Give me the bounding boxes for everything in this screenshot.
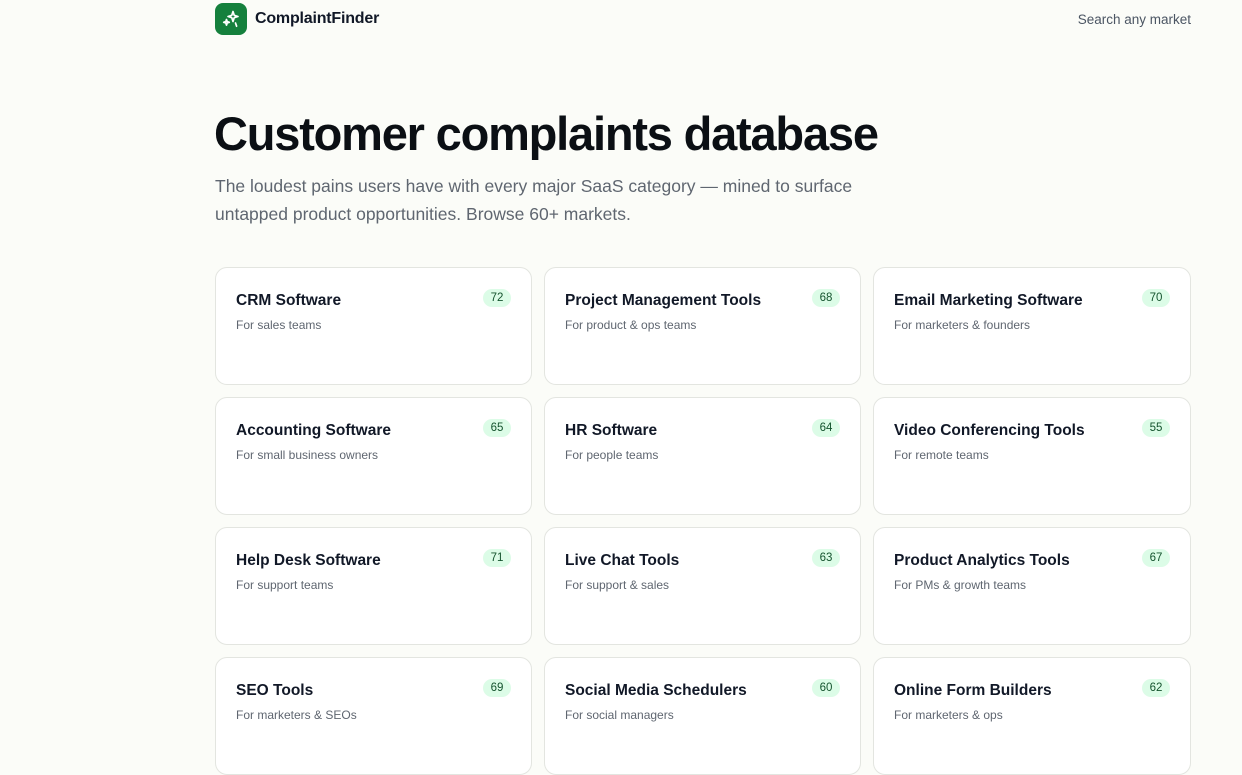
- complaint-count-badge: 70: [1142, 289, 1170, 307]
- complaint-count-badge: 72: [483, 289, 511, 307]
- complaint-count-badge: 64: [812, 419, 840, 437]
- market-audience: For marketers & SEOs: [236, 708, 357, 722]
- market-title: Product Analytics Tools: [894, 552, 1070, 569]
- sparkles-icon: [215, 3, 247, 35]
- market-title: CRM Software: [236, 292, 342, 309]
- market-title: HR Software: [565, 422, 658, 439]
- market-card-project-management-tools[interactable]: Project Management Tools For product & o…: [544, 267, 861, 385]
- market-audience: For support teams: [236, 578, 334, 592]
- market-card-accounting-software[interactable]: Accounting Software For small business o…: [215, 397, 532, 515]
- market-card-hr-software[interactable]: HR Software For people teams 64: [544, 397, 861, 515]
- brand-name: ComplaintFinder: [255, 10, 380, 27]
- market-audience: For social managers: [565, 708, 674, 722]
- complaint-count-badge: 68: [812, 289, 840, 307]
- market-title: SEO Tools: [236, 682, 314, 699]
- market-grid: CRM Software For sales teams 72 Project …: [215, 267, 1191, 775]
- market-card-video-conferencing-tools[interactable]: Video Conferencing Tools For remote team…: [873, 397, 1191, 515]
- market-title: Project Management Tools: [565, 292, 762, 309]
- market-title: Accounting Software: [236, 422, 392, 439]
- market-card-seo-tools[interactable]: SEO Tools For marketers & SEOs 69: [215, 657, 532, 775]
- market-title: Email Marketing Software: [894, 292, 1083, 309]
- market-title: Video Conferencing Tools: [894, 422, 1085, 439]
- market-title: Online Form Builders: [894, 682, 1052, 699]
- market-card-online-form-builders[interactable]: Online Form Builders For marketers & ops…: [873, 657, 1191, 775]
- complaint-count-badge: 60: [812, 679, 840, 697]
- site-header: ComplaintFinder Search any market: [215, 3, 1191, 35]
- market-card-crm-software[interactable]: CRM Software For sales teams 72: [215, 267, 532, 385]
- complaint-count-badge: 55: [1142, 419, 1170, 437]
- market-audience: For PMs & growth teams: [894, 578, 1027, 592]
- market-audience: For product & ops teams: [565, 318, 697, 332]
- complaint-count-badge: 65: [483, 419, 511, 437]
- market-audience: For marketers & ops: [894, 708, 1003, 722]
- market-audience: For people teams: [565, 448, 659, 462]
- market-card-social-media-schedulers[interactable]: Social Media Schedulers For social manag…: [544, 657, 861, 775]
- market-card-email-marketing-software[interactable]: Email Marketing Software For marketers &…: [873, 267, 1191, 385]
- market-audience: For marketers & founders: [894, 318, 1031, 332]
- complaint-count-badge: 71: [483, 549, 511, 567]
- complaint-count-badge: 69: [483, 679, 511, 697]
- market-card-live-chat-tools[interactable]: Live Chat Tools For support & sales 63: [544, 527, 861, 645]
- market-title: Social Media Schedulers: [565, 682, 747, 699]
- complaint-count-badge: 62: [1142, 679, 1170, 697]
- market-title: Help Desk Software: [236, 552, 381, 569]
- market-card-help-desk-software[interactable]: Help Desk Software For support teams 71: [215, 527, 532, 645]
- page-title: Customer complaints database: [214, 107, 879, 160]
- complaint-count-badge: 67: [1142, 549, 1170, 567]
- market-audience: For small business owners: [236, 448, 379, 462]
- search-market-link[interactable]: Search any market: [1078, 12, 1191, 27]
- market-card-product-analytics-tools[interactable]: Product Analytics Tools For PMs & growth…: [873, 527, 1191, 645]
- complaint-count-badge: 63: [812, 549, 840, 567]
- brand-link[interactable]: ComplaintFinder: [215, 3, 379, 35]
- market-audience: For sales teams: [236, 318, 322, 332]
- market-audience: For support & sales: [565, 578, 670, 592]
- page-subtitle: The loudest pains users have with every …: [215, 176, 853, 224]
- market-audience: For remote teams: [894, 448, 989, 462]
- market-title: Live Chat Tools: [565, 552, 680, 569]
